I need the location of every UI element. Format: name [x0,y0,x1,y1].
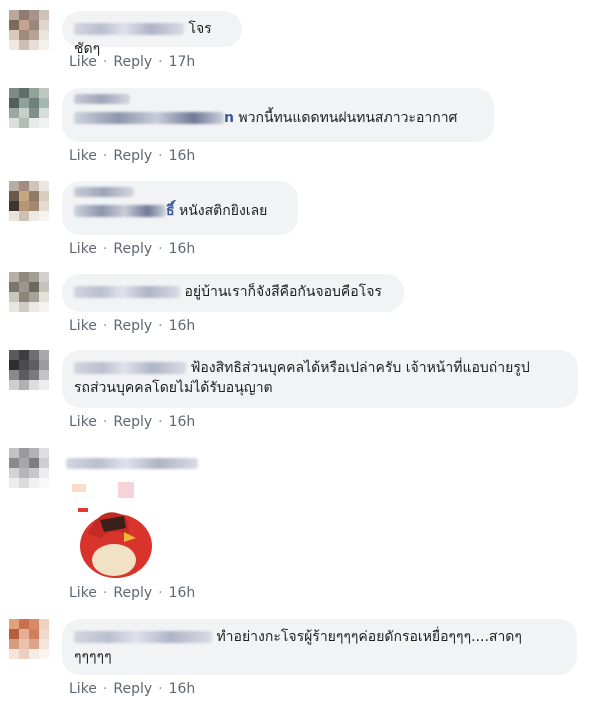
commenter-name[interactable] [74,286,180,298]
commenter-name-line[interactable] [74,187,134,197]
separator: · [158,318,163,334]
commenter-name-tail[interactable]: ธิ์ [166,203,175,219]
comment-text-line-2: รถส่วนบุคคลโดยไม่ได้รับอนุญาต [74,380,273,396]
commenter-name-line[interactable] [74,94,130,104]
timestamp[interactable]: 17h [169,54,196,70]
like-button[interactable]: Like [69,414,97,430]
comment-bubble: อยู่บ้านเราก็จังสีคือกันจอบคือโจร [62,274,404,312]
commenter-name-tail[interactable]: n [224,110,234,126]
commenter-name[interactable] [74,631,212,643]
comment-bubble: ธิ์ หนังสติกยิงเลย [62,181,298,235]
avatar[interactable] [9,10,49,50]
timestamp[interactable]: 16h [169,241,196,257]
like-button[interactable]: Like [69,148,97,164]
comment-actions: Like · Reply · 16h [69,681,195,697]
commenter-name[interactable] [66,458,198,469]
separator: · [158,54,163,70]
like-button[interactable]: Like [69,318,97,334]
commenter-name[interactable] [74,112,224,124]
red-bird-facepalm-sticker-icon [72,482,152,578]
reply-button[interactable]: Reply [113,241,152,257]
comment-actions: Like · Reply · 16h [69,241,195,257]
avatar[interactable] [9,181,49,221]
comment-bubble: ฟ้องสิทธิส่วนบุคคลได้หรือเปล่าครับ เจ้าห… [62,350,578,408]
separator: · [158,241,163,257]
avatar[interactable] [9,619,49,659]
timestamp[interactable]: 16h [169,681,196,697]
commenter-name[interactable] [74,362,186,374]
separator: · [158,148,163,164]
timestamp[interactable]: 16h [169,414,196,430]
reply-button[interactable]: Reply [113,318,152,334]
comment-text: พวกนี้ทนแดดทนฝนทนสภาวะอากาศ [238,110,458,126]
like-button[interactable]: Like [69,681,97,697]
separator: · [102,414,108,430]
comment-text: ทำอย่างกะโจรผู้ร้ายๆๆๆค่อยดักรอเหยื่อๆๆๆ… [216,629,522,645]
separator: · [102,318,108,334]
avatar[interactable] [9,272,49,312]
reply-button[interactable]: Reply [113,148,152,164]
avatar[interactable] [9,448,49,488]
separator: · [102,54,108,70]
reply-button[interactable]: Reply [113,54,152,70]
timestamp[interactable]: 16h [169,148,196,164]
separator: · [158,681,163,697]
timestamp[interactable]: 16h [169,318,196,334]
separator: · [102,148,108,164]
reply-button[interactable]: Reply [113,414,152,430]
comment-actions: Like · Reply · 16h [69,585,195,601]
comment-actions: Like · Reply · 16h [69,318,195,334]
like-button[interactable]: Like [69,585,97,601]
like-button[interactable]: Like [69,241,97,257]
timestamp[interactable]: 16h [169,585,196,601]
comment-actions: Like · Reply · 16h [69,148,195,164]
commenter-name[interactable] [74,23,184,35]
avatar[interactable] [9,88,49,128]
separator: · [102,681,108,697]
separator: · [102,585,108,601]
avatar[interactable] [9,350,49,390]
comment-bubble: โจรชัดๆ [62,11,242,57]
reply-button[interactable]: Reply [113,681,152,697]
separator: · [158,585,163,601]
reply-button[interactable]: Reply [113,585,152,601]
comment-text: อยู่บ้านเราก็จังสีคือกันจอบคือโจร [184,284,382,300]
comment-text: ฟ้องสิทธิส่วนบุคคลได้หรือเปล่าครับ เจ้าห… [190,360,530,376]
comment-actions: Like · Reply · 16h [69,414,195,430]
comment-bubble: n พวกนี้ทนแดดทนฝนทนสภาวะอากาศ [62,88,494,142]
comment-text-line-2: ๆๆๆๆๆ [74,649,112,665]
comment-text: หนังสติกยิงเลย [179,203,268,219]
separator: · [102,241,108,257]
comment-bubble: ทำอย่างกะโจรผู้ร้ายๆๆๆค่อยดักรอเหยื่อๆๆๆ… [62,619,577,675]
like-button[interactable]: Like [69,54,97,70]
separator: · [158,414,163,430]
comment-actions: Like · Reply · 17h [69,54,195,70]
commenter-name[interactable] [74,205,166,217]
